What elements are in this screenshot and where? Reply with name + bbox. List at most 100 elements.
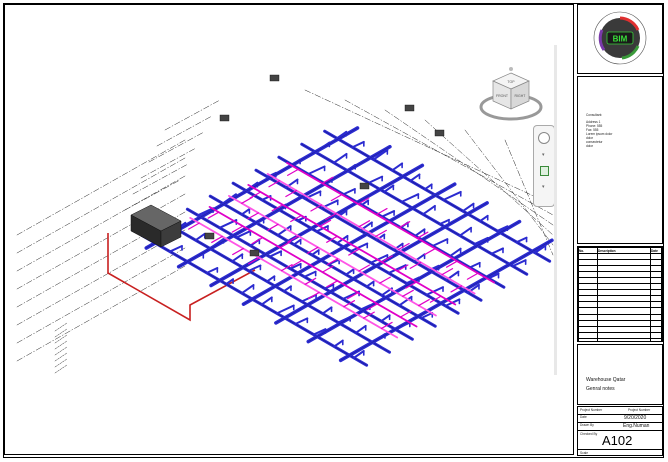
duct-branch (468, 261, 481, 269)
duct-branch (194, 232, 206, 242)
equipment-box (219, 114, 230, 122)
revision-cell (578, 337, 598, 341)
bim-logo-icon: BIM (593, 11, 647, 65)
duct-branch (266, 275, 276, 283)
duct-branch (423, 183, 433, 191)
pipe-branch (287, 168, 299, 176)
chevron-down-icon[interactable]: ▾ (542, 184, 545, 190)
revisions-cell: No. Description Date (577, 246, 663, 342)
duct-branch (344, 268, 355, 276)
equipment-box (269, 74, 280, 82)
view-cube-face-front: FRONT (496, 94, 509, 98)
pipe-branch (402, 289, 414, 297)
view-cube-face-right: RIGHT (515, 94, 527, 98)
equipment-box (434, 129, 445, 137)
duct-branch (240, 208, 251, 216)
grid-bubble (54, 364, 68, 374)
consultant-note-line: dolor (586, 144, 594, 148)
duct-branch (400, 193, 420, 203)
grid-bubble (54, 340, 68, 350)
duct-branch (303, 270, 317, 278)
drawing-viewport[interactable]: TOP FRONT RIGHT ▾ ▾ (4, 4, 574, 455)
consultant-note-line: Consultant: (586, 113, 603, 117)
project-number-label: Project Number (580, 408, 603, 412)
equipment-box (359, 182, 370, 190)
date-label: Date (580, 415, 587, 419)
pipe-branch (251, 237, 264, 245)
grid-line (140, 147, 197, 179)
duct-branch (479, 214, 489, 223)
project-info-cell: Project Number Project Number Date 9/20/… (577, 406, 664, 456)
consultant-notes: Consultant: Address 1 Phone: 555 Fax: 555 Lo… (586, 113, 612, 148)
grid-bubble (54, 346, 68, 356)
date-value: 9/20/2020 (624, 415, 647, 421)
duct-branch (391, 162, 404, 172)
duct-branch (307, 165, 326, 176)
duct-branch (490, 247, 504, 255)
duct-branch (332, 152, 348, 164)
scale-label: Scale (580, 451, 588, 455)
duct-branch (365, 280, 375, 288)
revisions-table: No. Description Date (578, 247, 662, 341)
pipe-branch (379, 276, 391, 284)
view-cube-face-top: TOP (507, 80, 515, 84)
duct-branch (282, 285, 292, 293)
grid-line (164, 99, 221, 131)
duct-branch (458, 226, 473, 237)
duct-branch (333, 339, 344, 348)
duct-branch (422, 204, 436, 216)
duct-branch (342, 187, 356, 196)
duct-branch (260, 296, 273, 306)
grid-bubble (54, 322, 68, 332)
project-name-cell: Warehouse Qatar Genral notes (577, 344, 663, 405)
equipment-box (249, 249, 260, 257)
revision-cell (597, 337, 651, 341)
view-cube[interactable]: TOP FRONT RIGHT (475, 63, 551, 125)
drawn-by-value: Eng.Numan (623, 423, 650, 429)
project-number-value: Project Number (628, 408, 651, 412)
duct-branch (380, 314, 391, 323)
pipe-branch (441, 268, 454, 276)
grid-line (16, 247, 186, 344)
duct-branch (442, 190, 462, 201)
duct-branch (515, 236, 528, 244)
duct-branch (409, 173, 421, 182)
zoom-icon[interactable] (540, 166, 549, 176)
duct-branch (380, 210, 396, 218)
vertical-scrollbar[interactable] (554, 45, 557, 375)
duct-branch (367, 175, 384, 184)
consultant-notes-cell: Consultant: Address 1 Phone: 555 Fax: 555 Lo… (577, 76, 663, 244)
grid-line (16, 265, 186, 362)
sheet-number: A102 (602, 433, 633, 448)
grid-bubble (54, 352, 68, 362)
drawn-by-label: Drawn By (580, 423, 594, 427)
title-block: BIM Consultant: Address 1 Phone: 555 Fax: 5… (577, 4, 664, 456)
project-name: Warehouse Qatar (586, 377, 626, 383)
navigation-bar[interactable]: ▾ ▾ (533, 125, 555, 207)
pipe-branch (418, 298, 430, 307)
revision-row (578, 337, 662, 341)
duct-branch (205, 267, 219, 274)
grid-bubble (54, 334, 68, 344)
duct-branch (294, 317, 309, 325)
duct-branch (321, 306, 333, 315)
pipe-branch (321, 265, 334, 273)
pipe-branch (375, 207, 388, 216)
chevron-down-icon[interactable]: ▾ (542, 152, 545, 158)
duct-branch (292, 238, 302, 246)
grid-line (148, 131, 205, 163)
pipe-branch (466, 272, 479, 280)
pipe-branch (399, 310, 412, 318)
revision-cell (650, 337, 662, 341)
equipment-box (204, 232, 215, 240)
home-icon[interactable] (509, 67, 513, 71)
pipe-branch (266, 223, 279, 231)
checked-by-label: Checked By (580, 432, 598, 436)
duct-branch (231, 253, 244, 263)
duct-branch (431, 238, 449, 247)
logo-cell: BIM (577, 4, 663, 74)
duct-branch (351, 140, 365, 149)
pipe-branch (330, 193, 343, 202)
logo-text: BIM (613, 35, 628, 44)
steering-wheel-icon[interactable] (538, 132, 550, 144)
